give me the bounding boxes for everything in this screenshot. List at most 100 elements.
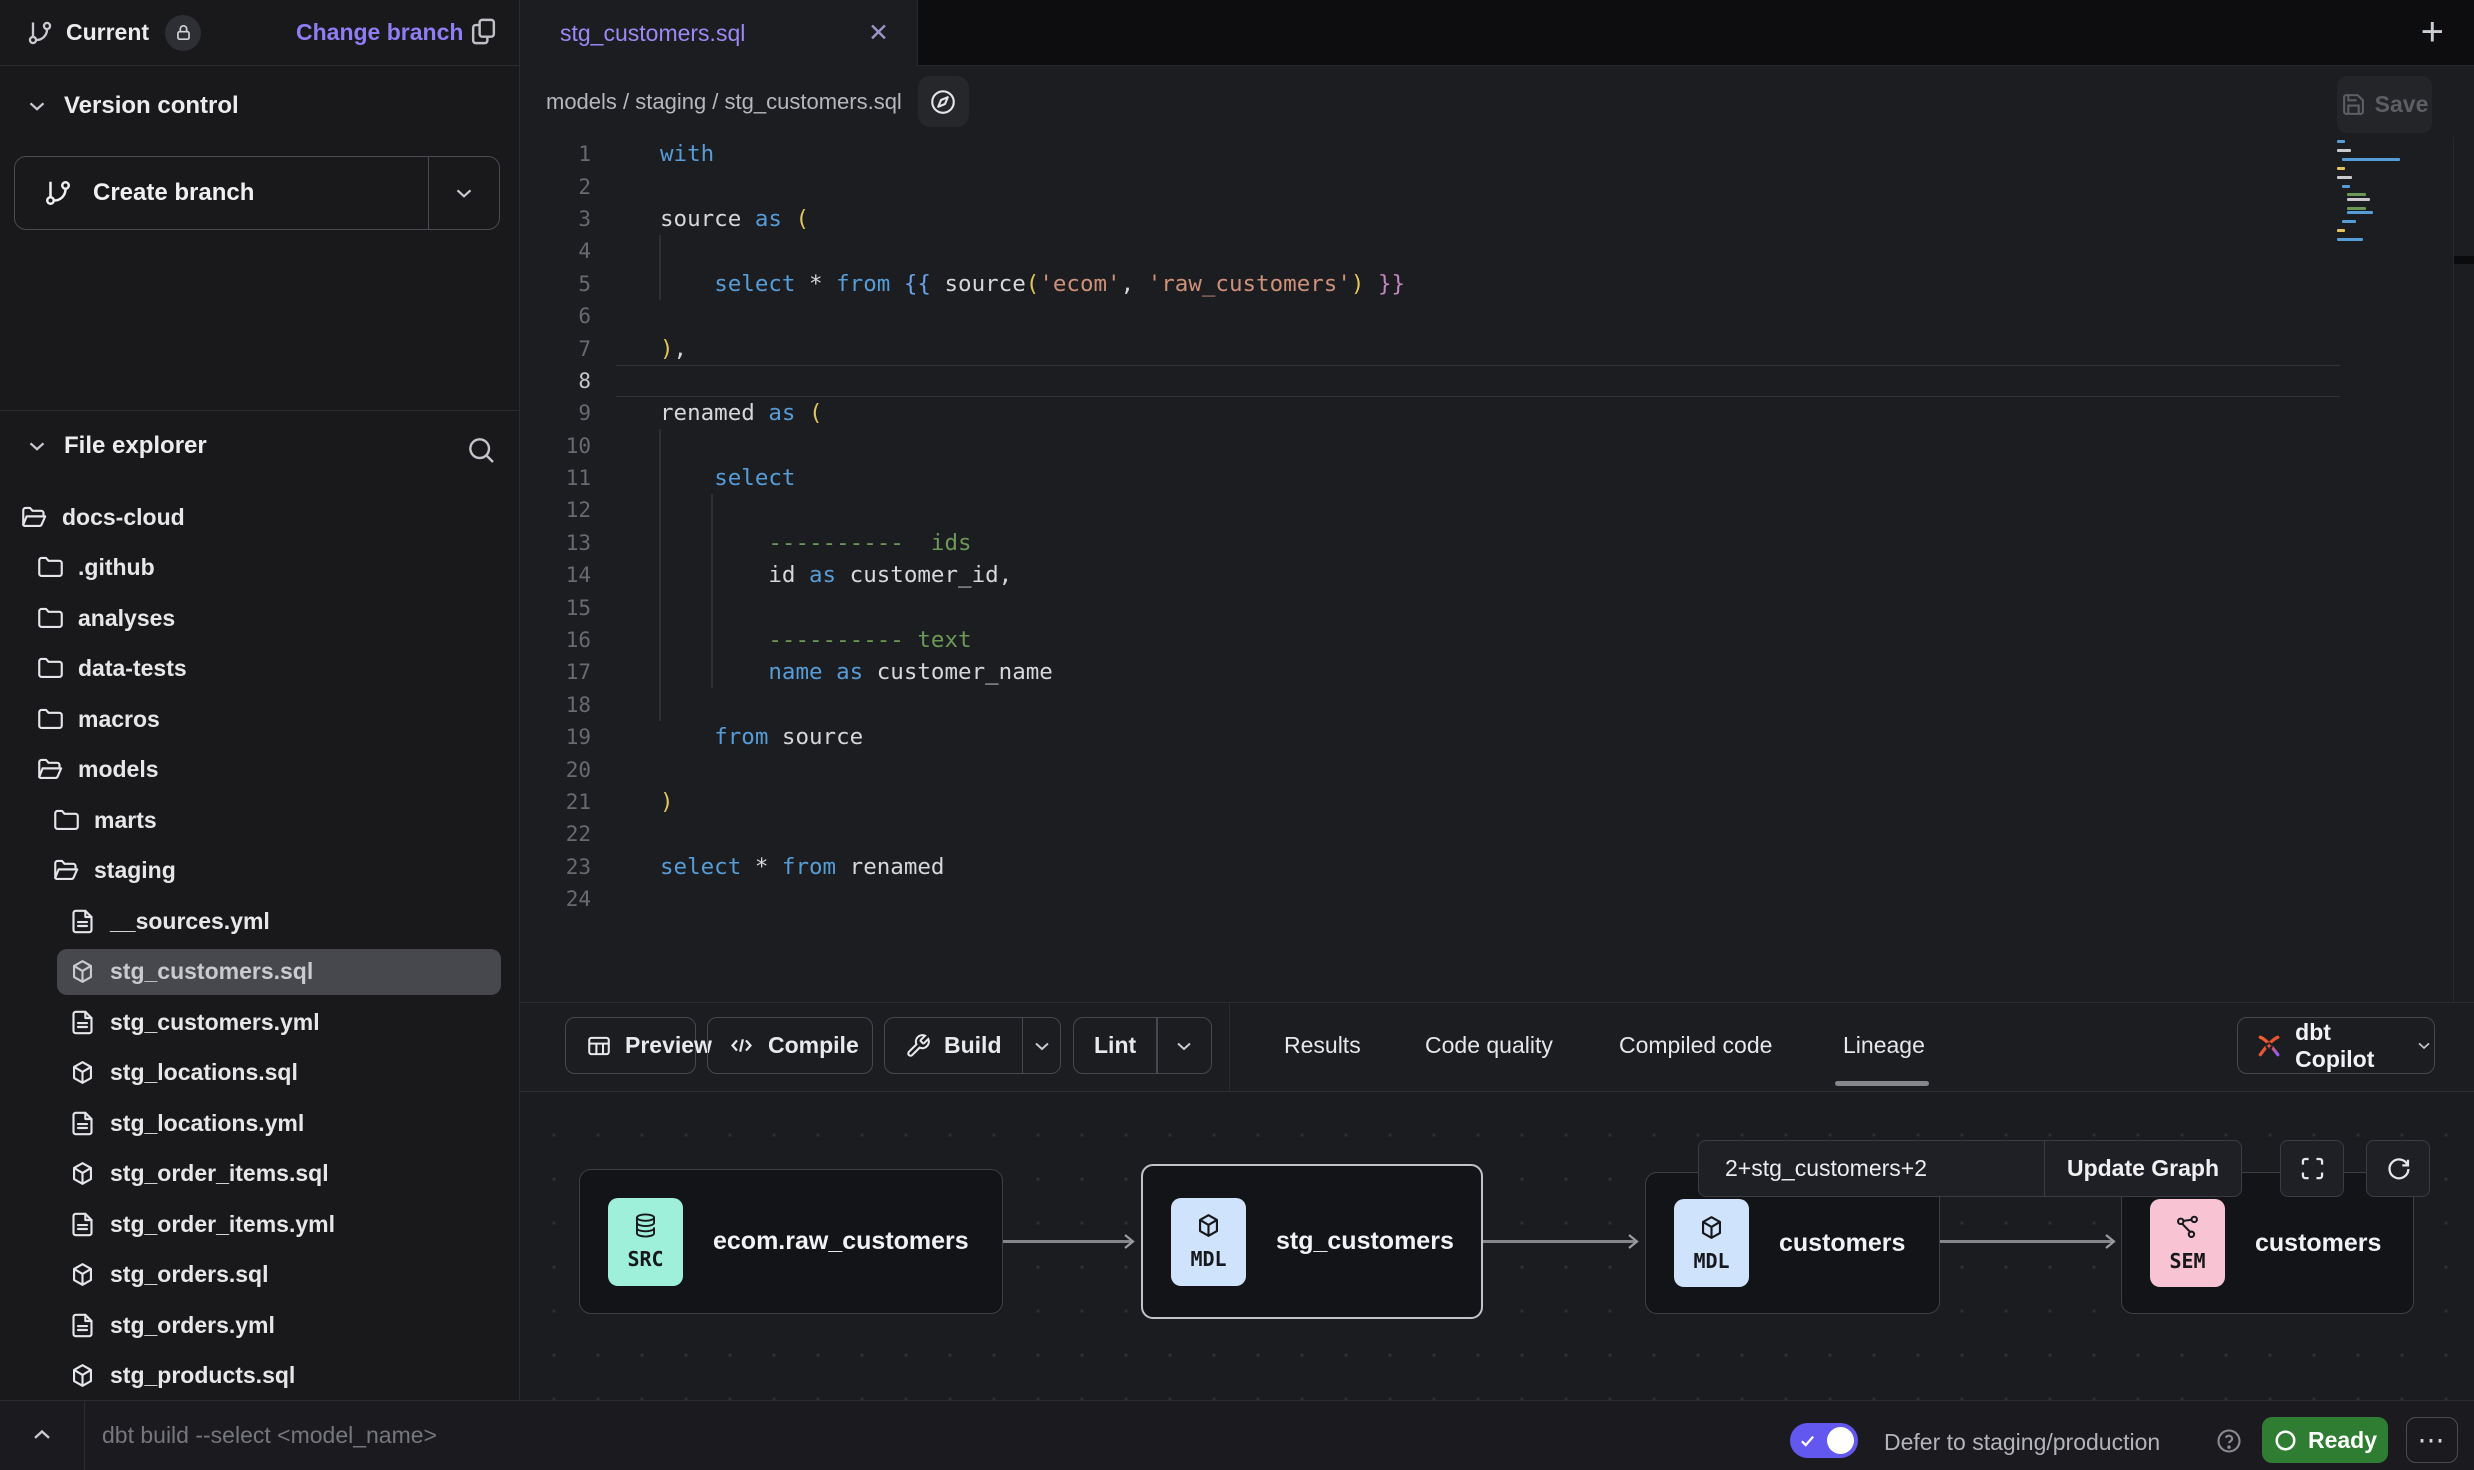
code-line[interactable]: 6 xyxy=(520,300,2453,332)
create-branch-button[interactable]: Create branch xyxy=(14,156,500,230)
tree-file[interactable]: stg_locations.sql xyxy=(0,1048,519,1099)
tree-file[interactable]: stg_orders.sql xyxy=(0,1250,519,1301)
tree-file[interactable]: stg_locations.yml xyxy=(0,1098,519,1149)
tree-folder[interactable]: analyses xyxy=(0,593,519,644)
code-line[interactable]: 18 xyxy=(520,689,2453,721)
tree-folder[interactable]: .github xyxy=(0,543,519,594)
tab-code-quality[interactable]: Code quality xyxy=(1425,1032,1553,1059)
code-line[interactable]: 14 id as customer_id, xyxy=(520,559,2453,591)
tree-folder[interactable]: marts xyxy=(0,795,519,846)
current-branch-chip[interactable]: Current xyxy=(26,15,201,51)
lint-menu-button[interactable] xyxy=(1158,1034,1211,1058)
code-line[interactable]: 9renamed as ( xyxy=(520,397,2453,429)
section-title: File explorer xyxy=(64,432,207,460)
compile-button[interactable]: Compile xyxy=(707,1017,873,1074)
lint-button[interactable]: Lint xyxy=(1073,1017,1212,1074)
create-branch-menu-button[interactable] xyxy=(429,180,499,206)
code-line[interactable]: 16 ---------- text xyxy=(520,624,2453,656)
tab-compiled-code[interactable]: Compiled code xyxy=(1619,1032,1772,1059)
defer-toggle[interactable] xyxy=(1790,1423,1858,1458)
change-branch-link[interactable]: Change branch xyxy=(296,19,463,46)
tab-stg-customers[interactable]: stg_customers.sql ✕ xyxy=(520,0,918,66)
breadcrumb[interactable]: models / staging / stg_customers.sql xyxy=(546,89,902,115)
cube-icon xyxy=(1698,1214,1725,1246)
ready-label: Ready xyxy=(2308,1427,2377,1454)
tree-folder[interactable]: data-tests xyxy=(0,644,519,695)
minimap[interactable] xyxy=(2337,140,2407,250)
preview-button[interactable]: Preview xyxy=(565,1017,696,1074)
code-line[interactable]: 17 name as customer_name xyxy=(520,656,2453,688)
git-branch-icon xyxy=(26,19,54,47)
new-tab-button[interactable]: + xyxy=(2421,12,2444,52)
fullscreen-button[interactable] xyxy=(2280,1140,2344,1197)
line-number: 23 xyxy=(520,855,608,879)
tree-file[interactable]: stg_customers.yml xyxy=(0,997,519,1048)
tree-file[interactable]: stg_order_items.sql xyxy=(0,1149,519,1200)
tree-folder[interactable]: docs-cloud xyxy=(0,492,519,543)
line-number: 4 xyxy=(520,239,608,263)
tree-file[interactable]: stg_order_items.yml xyxy=(0,1199,519,1250)
close-tab-icon[interactable]: ✕ xyxy=(868,18,889,48)
code-line[interactable]: 12 xyxy=(520,494,2453,526)
code-line[interactable]: 13 ---------- ids xyxy=(520,527,2453,559)
code-line[interactable]: 24 xyxy=(520,883,2453,915)
tree-file[interactable]: stg_orders.yml xyxy=(0,1300,519,1351)
folder-icon xyxy=(37,605,64,632)
refresh-button[interactable] xyxy=(2366,1140,2430,1197)
save-button[interactable]: Save xyxy=(2337,76,2432,133)
cube-icon xyxy=(69,1160,96,1187)
code-editor[interactable]: 1with23source as (45 select * from {{ so… xyxy=(520,137,2453,1002)
code-line[interactable]: 19 from source xyxy=(520,721,2453,753)
sidebar-divider xyxy=(0,410,519,411)
node-type-badge: SRC xyxy=(608,1198,683,1286)
code-line[interactable]: 23select * from renamed xyxy=(520,851,2453,883)
update-graph-button[interactable]: Update Graph xyxy=(2045,1141,2241,1196)
tree-file[interactable]: stg_products.sql xyxy=(0,1351,519,1402)
tree-folder[interactable]: macros xyxy=(0,694,519,745)
build-button[interactable]: Build xyxy=(884,1017,1061,1074)
build-menu-button[interactable] xyxy=(1023,1034,1060,1058)
line-number: 16 xyxy=(520,628,608,652)
copy-branch-icon[interactable] xyxy=(468,16,499,52)
lineage-node-mdl-stg-customers[interactable]: MDLstg_customers xyxy=(1141,1164,1483,1319)
tab-results[interactable]: Results xyxy=(1284,1032,1361,1059)
tree-file[interactable]: __sources.yml xyxy=(0,896,519,947)
more-options-button[interactable]: ⋯ xyxy=(2406,1417,2458,1463)
tab-lineage[interactable]: Lineage xyxy=(1843,1032,1925,1059)
lineage-selector-input[interactable]: 2+stg_customers+2 xyxy=(1699,1141,2044,1196)
line-number: 9 xyxy=(520,401,608,425)
tree-folder[interactable]: staging xyxy=(0,846,519,897)
code-line[interactable]: 2 xyxy=(520,170,2453,202)
code-line[interactable]: 11 select xyxy=(520,462,2453,494)
status-badge[interactable]: Ready xyxy=(2262,1417,2388,1463)
dbt-copilot-button[interactable]: dbt Copilot xyxy=(2237,1017,2435,1074)
code-line[interactable]: 3source as ( xyxy=(520,203,2453,235)
code-text: source as ( xyxy=(616,206,809,232)
code-line[interactable]: 5 select * from {{ source('ecom', 'raw_c… xyxy=(520,268,2453,300)
code-line[interactable]: 10 xyxy=(520,430,2453,462)
help-icon[interactable] xyxy=(2215,1427,2243,1460)
file-explorer-section-header[interactable]: File explorer xyxy=(0,424,519,468)
code-line[interactable]: 7), xyxy=(520,332,2453,364)
code-line[interactable]: 4 xyxy=(520,235,2453,267)
node-label: customers xyxy=(1779,1229,1905,1258)
code-line[interactable]: 15 xyxy=(520,591,2453,623)
scrollbar-thumb[interactable] xyxy=(2454,256,2474,264)
save-label: Save xyxy=(2375,91,2429,118)
tree-folder[interactable]: models xyxy=(0,745,519,796)
code-line[interactable]: 1with xyxy=(520,138,2453,170)
version-control-section-header[interactable]: Version control xyxy=(0,84,519,128)
lineage-graph-panel[interactable]: SRCecom.raw_customersMDLstg_customersMDL… xyxy=(520,1093,2474,1400)
code-line[interactable]: 21) xyxy=(520,786,2453,818)
tree-file[interactable]: stg_customers.sql xyxy=(0,947,519,998)
command-input[interactable]: dbt build --select <model_name> xyxy=(102,1422,437,1449)
copilot-compass-button[interactable] xyxy=(918,76,969,127)
code-line[interactable]: 8 xyxy=(520,365,2453,397)
search-icon[interactable] xyxy=(465,434,497,471)
code-line[interactable]: 22 xyxy=(520,818,2453,850)
collapse-panel-button[interactable] xyxy=(28,1421,56,1454)
code-line[interactable]: 20 xyxy=(520,753,2453,785)
defer-label: Defer to staging/production xyxy=(1884,1429,2160,1456)
lineage-node-src-ecom-raw-customers[interactable]: SRCecom.raw_customers xyxy=(579,1169,1003,1314)
line-number: 17 xyxy=(520,660,608,684)
